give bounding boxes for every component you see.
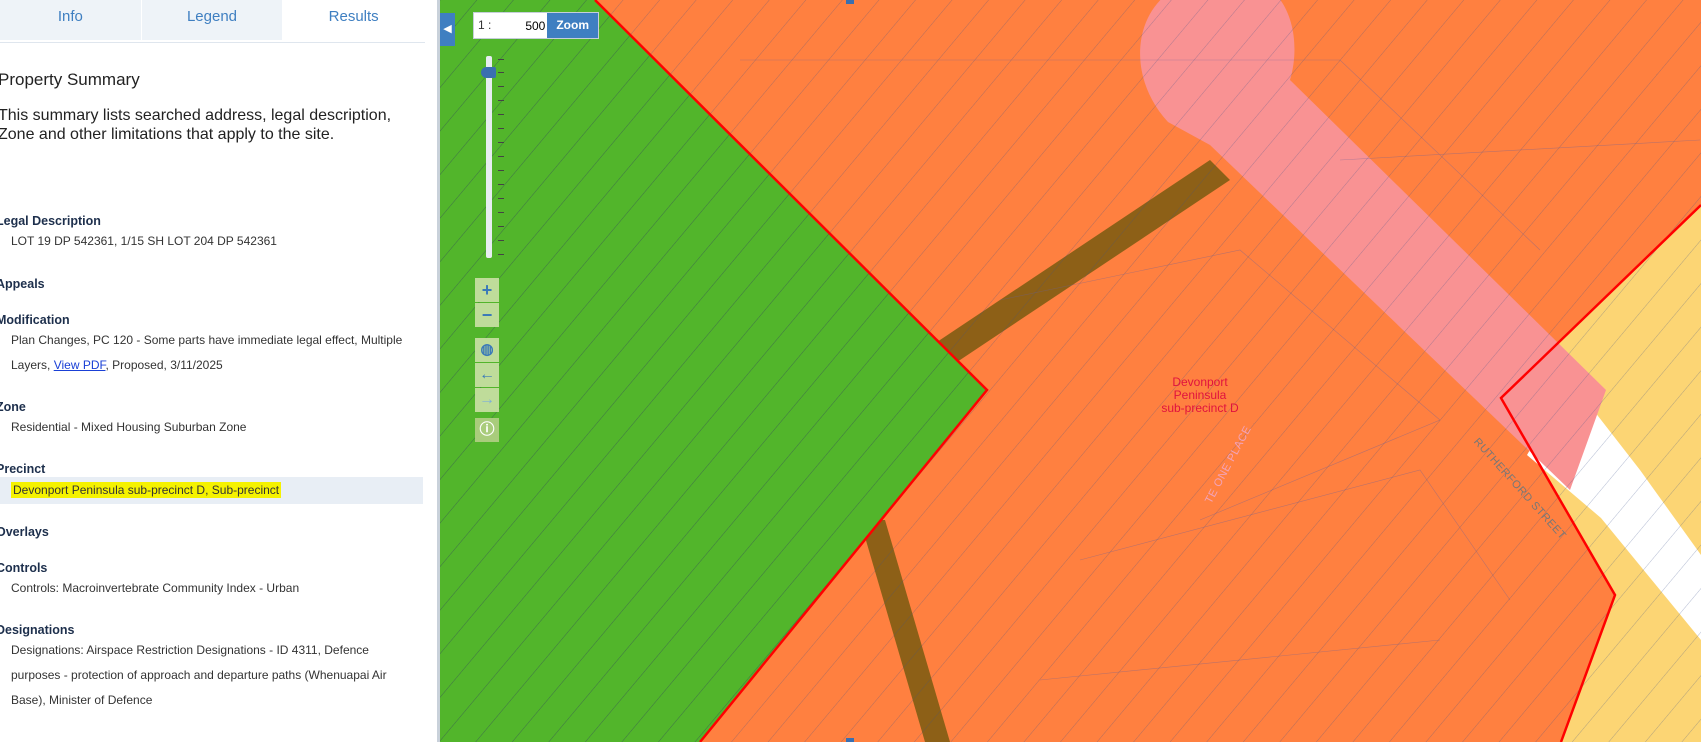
tab-legend[interactable]: Legend xyxy=(141,0,284,40)
designations-line-3: Base), Minister of Defence xyxy=(11,693,153,707)
globe-icon: ◍ xyxy=(480,341,494,358)
info-icon: ⓘ xyxy=(479,421,495,438)
arrow-right-icon: → xyxy=(479,391,495,408)
next-extent-button[interactable]: → xyxy=(475,388,499,412)
panel-tabs: Info Legend Results xyxy=(0,0,426,43)
zoom-out-button[interactable]: − xyxy=(475,303,499,327)
zoom-slider-track[interactable] xyxy=(486,56,492,258)
collapse-panel-button[interactable]: ◀ xyxy=(440,13,455,46)
modification-line-1: Plan Changes, PC 120 - Some parts have i… xyxy=(11,333,403,347)
arrow-left-icon: ← xyxy=(479,366,495,383)
map-view[interactable]: ◀ 1 : Zoom + − ◍ ← → ⓘ xyxy=(440,0,1701,742)
tab-info[interactable]: Info xyxy=(0,0,142,40)
summary-intro: This summary lists searched address, leg… xyxy=(0,107,392,143)
slider-tick xyxy=(498,240,504,241)
slider-tick xyxy=(498,198,504,199)
designations-line-1: Designations: Airspace Restriction Desig… xyxy=(11,643,369,657)
slider-tick xyxy=(498,226,504,227)
identify-button[interactable]: ⓘ xyxy=(475,418,499,442)
bottom-marker xyxy=(846,738,854,742)
precinct-label-line-3: sub-precinct D xyxy=(1161,401,1239,415)
zoom-slider-handle[interactable] xyxy=(481,67,496,78)
map-canvas[interactable] xyxy=(440,0,1701,742)
view-pdf-link[interactable]: View PDF xyxy=(54,358,106,372)
precinct-value: Devonport Peninsula sub-precinct D, Sub-… xyxy=(11,478,421,503)
slider-tick xyxy=(498,72,504,73)
slider-tick xyxy=(498,142,504,143)
zoom-slider[interactable] xyxy=(481,56,520,261)
slider-tick xyxy=(498,254,504,255)
controls-heading: Controls xyxy=(0,561,48,575)
tab-results[interactable]: Results xyxy=(283,0,426,40)
zoom-button[interactable]: Zoom xyxy=(547,13,599,38)
page-title: Property Summary xyxy=(0,70,140,89)
overlays-heading: Overlays xyxy=(0,525,49,539)
scale-input[interactable] xyxy=(495,13,548,38)
legal-description-value: LOT 19 DP 542361, 1/15 SH LOT 204 DP 542… xyxy=(11,234,277,248)
full-extent-button[interactable]: ◍ xyxy=(475,338,499,362)
controls-value: Controls: Macroinvertebrate Community In… xyxy=(11,581,300,595)
slider-tick xyxy=(498,59,504,60)
slider-tick xyxy=(498,156,504,157)
previous-extent-button[interactable]: ← xyxy=(475,363,499,387)
modification-line-2-suffix: , Proposed, 3/11/2025 xyxy=(105,358,223,372)
zoom-in-button[interactable]: + xyxy=(475,278,499,302)
results-panel: Info Legend Results Property Summary Thi… xyxy=(0,0,437,742)
legal-description-heading: Legal Description xyxy=(0,214,101,228)
slider-tick xyxy=(498,100,504,101)
modification-heading: Modification xyxy=(0,313,70,327)
slider-tick xyxy=(498,184,504,185)
slider-tick xyxy=(498,86,504,87)
precinct-map-label: Devonport Peninsula sub-precinct D xyxy=(1140,376,1260,415)
slider-tick xyxy=(498,212,504,213)
modification-line-2-prefix: Layers, xyxy=(11,358,54,372)
slider-tick xyxy=(498,114,504,115)
precinct-heading: Precinct xyxy=(0,462,46,476)
modification-line-2: Layers, View PDF, Proposed, 3/11/2025 xyxy=(11,353,421,378)
slider-tick xyxy=(498,170,504,171)
zone-heading: Zone xyxy=(0,400,26,414)
scale-prefix: 1 : xyxy=(478,18,492,32)
designations-line-2: purposes - protection of approach and de… xyxy=(11,668,387,682)
top-marker xyxy=(846,0,854,4)
scale-control: 1 : Zoom xyxy=(473,12,600,39)
zone-value: Residential - Mixed Housing Suburban Zon… xyxy=(11,420,247,434)
slider-tick xyxy=(498,128,504,129)
designations-heading: Designations xyxy=(0,623,75,637)
appeals-heading: Appeals xyxy=(0,277,45,291)
precinct-highlight: Devonport Peninsula sub-precinct D, Sub-… xyxy=(11,482,282,498)
